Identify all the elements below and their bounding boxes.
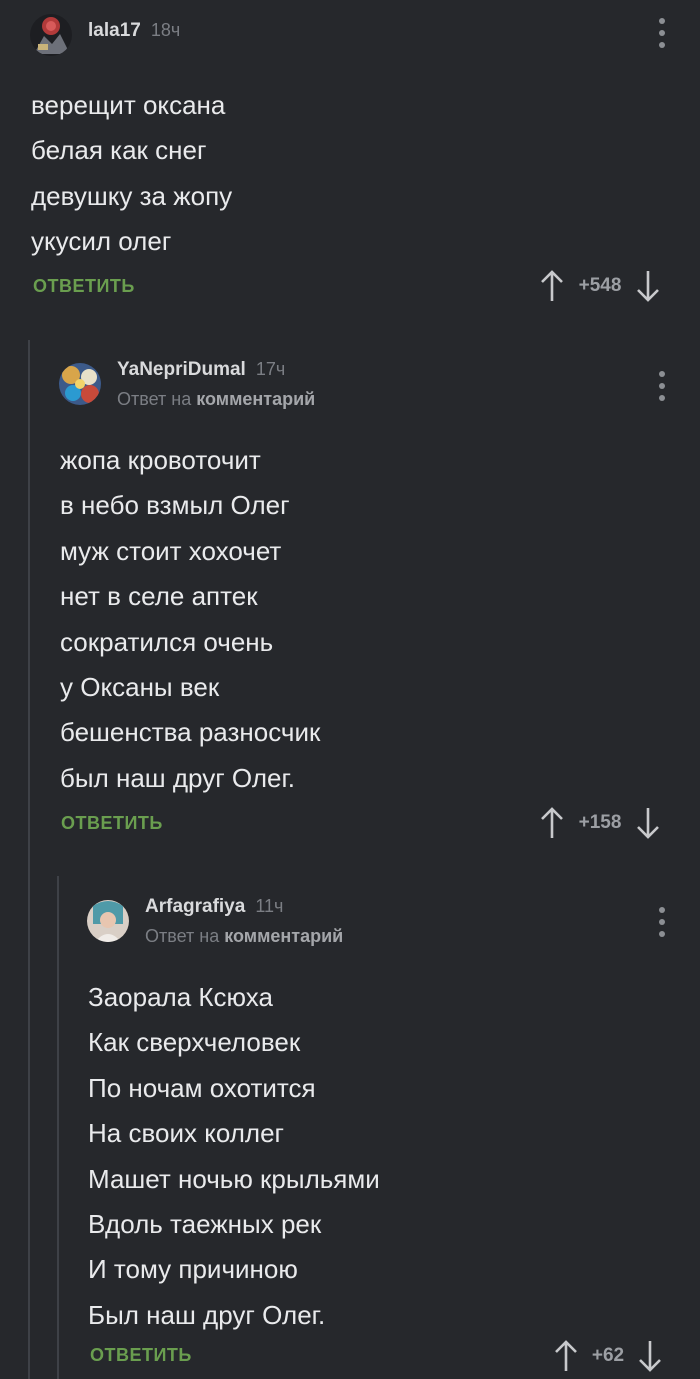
comment-line: На своих коллег xyxy=(88,1118,285,1149)
reply-to-label: Ответ на комментарий xyxy=(145,926,343,947)
comment-text: жопа кровоточит в небо взмыл Олег муж ст… xyxy=(60,438,320,801)
arrow-down-icon[interactable] xyxy=(635,807,661,839)
comment-line: Вдоль таежных рек xyxy=(88,1208,322,1239)
comment-line: белая как снег xyxy=(31,135,207,166)
comment-line: Заорала Ксюха xyxy=(88,982,273,1012)
reply-to-prefix: Ответ на xyxy=(145,926,220,946)
arrow-up-icon[interactable] xyxy=(539,270,565,302)
comment-line: был наш друг Олег. xyxy=(60,762,296,793)
comment-meta: lala17 18ч xyxy=(88,20,180,44)
reply-to-label: Ответ на комментарий xyxy=(117,389,315,410)
comment-line: жопа кровоточит xyxy=(60,445,261,475)
comment-line: бешенства разносчик xyxy=(60,717,321,748)
timestamp: 11ч xyxy=(255,896,284,916)
comment-header: YaNepriDumal 17ч Ответ на комментарий xyxy=(59,359,315,410)
more-vertical-icon[interactable] xyxy=(658,907,666,937)
vote-score: +548 xyxy=(578,275,622,296)
username[interactable]: YaNepriDumal xyxy=(117,359,246,381)
comment-line: Как сверхчеловек xyxy=(88,1027,301,1058)
comment-line: в небо взмыл Олег xyxy=(60,490,290,521)
comment-line: По ночам охотится xyxy=(88,1072,316,1103)
comment-line: нет в селе аптек xyxy=(60,581,258,612)
more-vertical-icon[interactable] xyxy=(658,18,666,48)
avatar[interactable] xyxy=(30,14,72,56)
reply-to-link[interactable]: комментарий xyxy=(196,389,315,409)
comment-line: у Оксаны век xyxy=(60,671,220,702)
comment-text: верещит оксана белая как снег девушку за… xyxy=(31,83,232,265)
comment-line: И тому причиною xyxy=(88,1254,298,1285)
username[interactable]: lala17 xyxy=(88,20,141,42)
arrow-down-icon[interactable] xyxy=(635,270,661,302)
comment-meta: YaNepriDumal 17ч Ответ на комментарий xyxy=(117,359,315,410)
reply-button[interactable]: ОТВЕТИТЬ xyxy=(61,813,163,834)
vote-controls: +548 xyxy=(539,269,661,303)
comment-line: Был наш друг Олег. xyxy=(88,1299,326,1330)
avatar[interactable] xyxy=(87,900,129,942)
comment-header: lala17 18ч xyxy=(30,14,180,56)
thread-line-level-1 xyxy=(28,340,30,1379)
comment-line: укусил олег xyxy=(31,226,172,257)
comment-line: верещит оксана xyxy=(31,90,226,120)
vote-controls: +62 xyxy=(553,1339,663,1373)
more-vertical-icon[interactable] xyxy=(658,371,666,401)
comment-text: Заорала Ксюха Как сверхчеловек По ночам … xyxy=(88,975,380,1338)
arrow-up-icon[interactable] xyxy=(553,1340,579,1372)
username[interactable]: Arfagrafiya xyxy=(145,896,245,918)
comment-meta: Arfagrafiya 11ч Ответ на комментарий xyxy=(145,896,343,947)
reply-to-link[interactable]: комментарий xyxy=(224,926,343,946)
vote-score: +158 xyxy=(578,812,622,833)
timestamp: 17ч xyxy=(255,359,286,379)
reply-button[interactable]: ОТВЕТИТЬ xyxy=(33,276,135,297)
comment-header: Arfagrafiya 11ч Ответ на комментарий xyxy=(87,896,343,947)
arrow-up-icon[interactable] xyxy=(539,807,565,839)
arrow-down-icon[interactable] xyxy=(637,1340,663,1372)
comment-line: сократился очень xyxy=(60,626,274,657)
comment-line: муж стоит хохочет xyxy=(60,535,282,566)
timestamp: 18ч xyxy=(150,20,181,40)
comment-line: девушку за жопу xyxy=(31,180,233,211)
vote-controls: +158 xyxy=(539,806,661,840)
thread-line-level-2 xyxy=(57,876,59,1379)
reply-button[interactable]: ОТВЕТИТЬ xyxy=(90,1345,192,1366)
comment-line: Машет ночью крыльями xyxy=(88,1163,380,1194)
avatar[interactable] xyxy=(59,363,101,405)
vote-score: +62 xyxy=(591,1345,625,1366)
reply-to-prefix: Ответ на xyxy=(117,389,192,409)
